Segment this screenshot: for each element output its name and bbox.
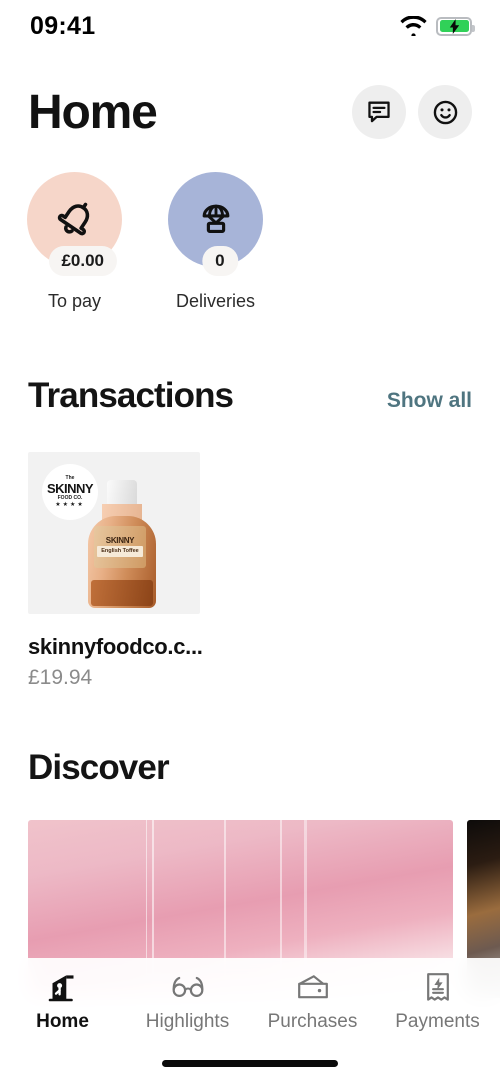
- tab-highlights-label: Highlights: [145, 1011, 230, 1032]
- page-header: Home: [0, 62, 500, 162]
- bottom-tab-bar: Home Highlights Purchases Payments: [0, 958, 500, 1080]
- transactions-header: Transactions Show all: [0, 376, 500, 416]
- lightning-bolt-icon: [449, 18, 459, 34]
- transactions-list: SKINNY English Toffee The SKINNY FOOD CO…: [28, 452, 203, 690]
- deliveries-circle[interactable]: 0: [168, 172, 263, 276]
- status-indicators: [400, 16, 475, 36]
- bottle-label-flavour: English Toffee: [97, 546, 143, 557]
- status-time: 09:41: [30, 11, 96, 40]
- wallet-icon: [297, 975, 328, 999]
- house-icon: [48, 975, 73, 1002]
- bottle-liquid: [91, 580, 153, 606]
- header-actions: [352, 85, 472, 139]
- bottle-label-brand: SKINNY: [105, 536, 135, 546]
- bottle-label: SKINNY English Toffee: [94, 526, 146, 568]
- merchant-logo-main: SKINNY: [46, 481, 94, 496]
- page-title: Home: [28, 85, 158, 139]
- bell-icon: [57, 202, 89, 235]
- quick-actions-row: £0.00 To pay 0 Deliveries: [0, 172, 500, 312]
- to-pay-badge: £0.00: [48, 246, 117, 276]
- tab-purchases-label: Purchases: [267, 1011, 358, 1032]
- merchant-logo: The SKINNY FOOD CO. ★★★★: [42, 464, 98, 520]
- merchant-logo-stars: ★★★★: [55, 502, 85, 508]
- receipt-bolt-icon: [426, 973, 449, 1001]
- tab-payments[interactable]: Payments: [375, 972, 500, 1033]
- deliveries-badge: 0: [201, 246, 238, 276]
- tab-purchases[interactable]: Purchases: [250, 972, 375, 1033]
- tab-home-label: Home: [36, 1011, 89, 1032]
- home-indicator: [162, 1060, 338, 1067]
- transaction-amount: £19.94: [28, 666, 93, 689]
- wifi-icon: [400, 16, 427, 36]
- battery-charging-icon: [436, 16, 475, 36]
- quick-action-to-pay[interactable]: £0.00 To pay: [26, 172, 123, 312]
- glasses-icon: [172, 976, 203, 997]
- transactions-title: Transactions: [28, 376, 234, 415]
- merchant-logo-sub: FOOD CO.: [57, 495, 83, 501]
- transaction-merchant: skinnyfoodco.c...: [28, 634, 203, 659]
- to-pay-circle[interactable]: £0.00: [27, 172, 122, 276]
- mobile-app-screen: 09:41 Home £0.00 To pay 0 Deliveries Tra…: [0, 0, 500, 1080]
- deliveries-label: Deliveries: [175, 291, 256, 311]
- tab-payments-label: Payments: [395, 1011, 480, 1032]
- discover-title: Discover: [28, 748, 170, 787]
- transaction-thumbnail: SKINNY English Toffee The SKINNY FOOD CO…: [28, 452, 200, 614]
- quick-action-deliveries[interactable]: 0 Deliveries: [167, 172, 264, 312]
- discover-header: Discover: [0, 748, 500, 788]
- transaction-card[interactable]: SKINNY English Toffee The SKINNY FOOD CO…: [28, 452, 203, 690]
- profile-button[interactable]: [418, 85, 472, 139]
- status-bar: 09:41: [0, 0, 500, 52]
- to-pay-label: To pay: [47, 291, 102, 311]
- smiley-icon: [433, 100, 457, 124]
- tab-home[interactable]: Home: [0, 972, 125, 1033]
- transactions-show-all-link[interactable]: Show all: [387, 389, 472, 413]
- messages-button[interactable]: [352, 85, 406, 139]
- message-icon: [368, 101, 390, 123]
- tab-highlights[interactable]: Highlights: [125, 972, 250, 1033]
- bottle-cap: [107, 480, 137, 506]
- parachute-delivery-icon: [202, 204, 229, 233]
